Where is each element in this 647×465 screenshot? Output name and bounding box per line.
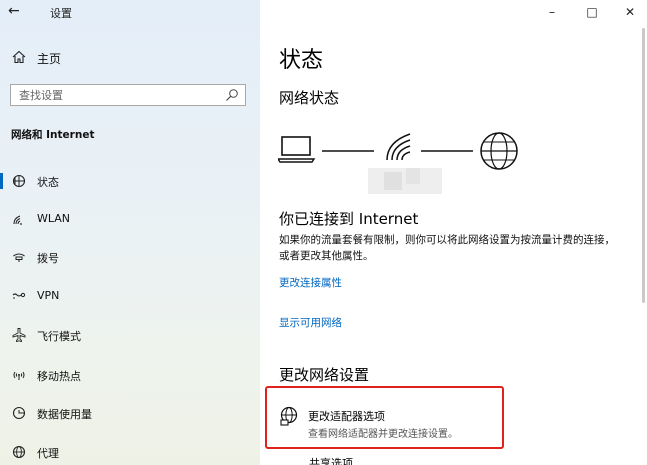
close-button[interactable]: ✕ bbox=[615, 2, 645, 22]
sidebar-item-label: 代理 bbox=[37, 447, 59, 460]
sidebar-item-vpn[interactable]: VPN bbox=[0, 281, 260, 311]
sidebar-item-label: WLAN bbox=[37, 212, 71, 225]
sidebar-item-hotspot[interactable]: 移动热点 bbox=[0, 360, 260, 390]
sidebar-item-airplane[interactable]: 飞行模式 bbox=[0, 320, 260, 350]
globe-icon bbox=[12, 445, 26, 459]
internet-globe-icon bbox=[480, 132, 518, 170]
network-name-blur bbox=[368, 168, 442, 194]
sidebar-item-label: 数据使用量 bbox=[37, 408, 92, 421]
minimize-button[interactable]: – bbox=[537, 2, 567, 22]
home-icon bbox=[12, 50, 26, 64]
sharing-options-label: 共享选项 bbox=[309, 457, 353, 465]
sidebar-item-home[interactable]: 主页 bbox=[0, 48, 260, 68]
sidebar-item-label: 移动热点 bbox=[37, 370, 81, 383]
sidebar-item-label: 拨号 bbox=[37, 252, 59, 265]
app-title: 设置 bbox=[50, 7, 72, 20]
sidebar: ← 设置 主页 网络和 Internet 状态 WLAN bbox=[0, 0, 260, 465]
sidebar-item-dialup[interactable]: 拨号 bbox=[0, 242, 260, 272]
sidebar-item-label: 状态 bbox=[37, 176, 59, 189]
sidebar-item-wlan[interactable]: WLAN bbox=[0, 204, 260, 234]
maximize-button[interactable]: □ bbox=[577, 2, 607, 22]
sidebar-item-label: VPN bbox=[37, 289, 60, 302]
sidebar-item-data-usage[interactable]: 数据使用量 bbox=[0, 398, 260, 428]
sidebar-titlebar: ← 设置 bbox=[0, 0, 260, 24]
highlight-annotation-box bbox=[265, 386, 504, 449]
airplane-icon bbox=[12, 328, 26, 343]
wifi-icon bbox=[13, 215, 22, 225]
minimize-icon: – bbox=[549, 5, 555, 19]
data-usage-icon bbox=[12, 406, 26, 420]
close-icon: ✕ bbox=[624, 5, 636, 19]
sharing-options-item[interactable]: 共享选项 bbox=[279, 455, 353, 465]
vpn-icon bbox=[12, 292, 26, 299]
wifi-signal-icon bbox=[386, 133, 411, 161]
change-network-settings-heading: 更改网络设置 bbox=[279, 366, 370, 384]
sidebar-item-label: 飞行模式 bbox=[37, 330, 81, 343]
back-button[interactable]: ← bbox=[8, 2, 28, 20]
network-status-heading: 网络状态 bbox=[279, 89, 340, 107]
connected-title: 你已连接到 Internet bbox=[279, 210, 419, 228]
connected-description: 如果你的流量套餐有限制，则你可以将此网络设置为按流量计费的连接，或者更改其他属性… bbox=[279, 234, 615, 262]
search-input[interactable] bbox=[11, 85, 221, 105]
dialup-icon bbox=[13, 253, 25, 262]
show-available-networks-link[interactable]: 显示可用网络 bbox=[279, 315, 342, 330]
maximize-icon: □ bbox=[586, 5, 598, 19]
sidebar-item-status[interactable]: 状态 bbox=[0, 166, 260, 196]
section-title: 网络和 Internet bbox=[11, 129, 95, 141]
sidebar-item-proxy[interactable]: 代理 bbox=[0, 437, 260, 465]
laptop-icon bbox=[278, 136, 316, 163]
status-icon bbox=[12, 174, 26, 188]
change-connection-properties-link[interactable]: 更改连接属性 bbox=[279, 275, 342, 290]
hotspot-icon bbox=[13, 371, 25, 380]
search-icon[interactable] bbox=[225, 88, 239, 102]
network-diagram bbox=[278, 132, 518, 194]
main-content: – □ ✕ 状态 网络状态 你已连接到 Internet 如果你的流量套餐有限制… bbox=[260, 0, 647, 465]
sidebar-item-label: 主页 bbox=[37, 52, 62, 66]
scrollbar[interactable] bbox=[642, 28, 645, 303]
search-box[interactable] bbox=[10, 84, 246, 106]
back-arrow-icon: ← bbox=[8, 3, 20, 19]
page-title: 状态 bbox=[279, 48, 324, 73]
